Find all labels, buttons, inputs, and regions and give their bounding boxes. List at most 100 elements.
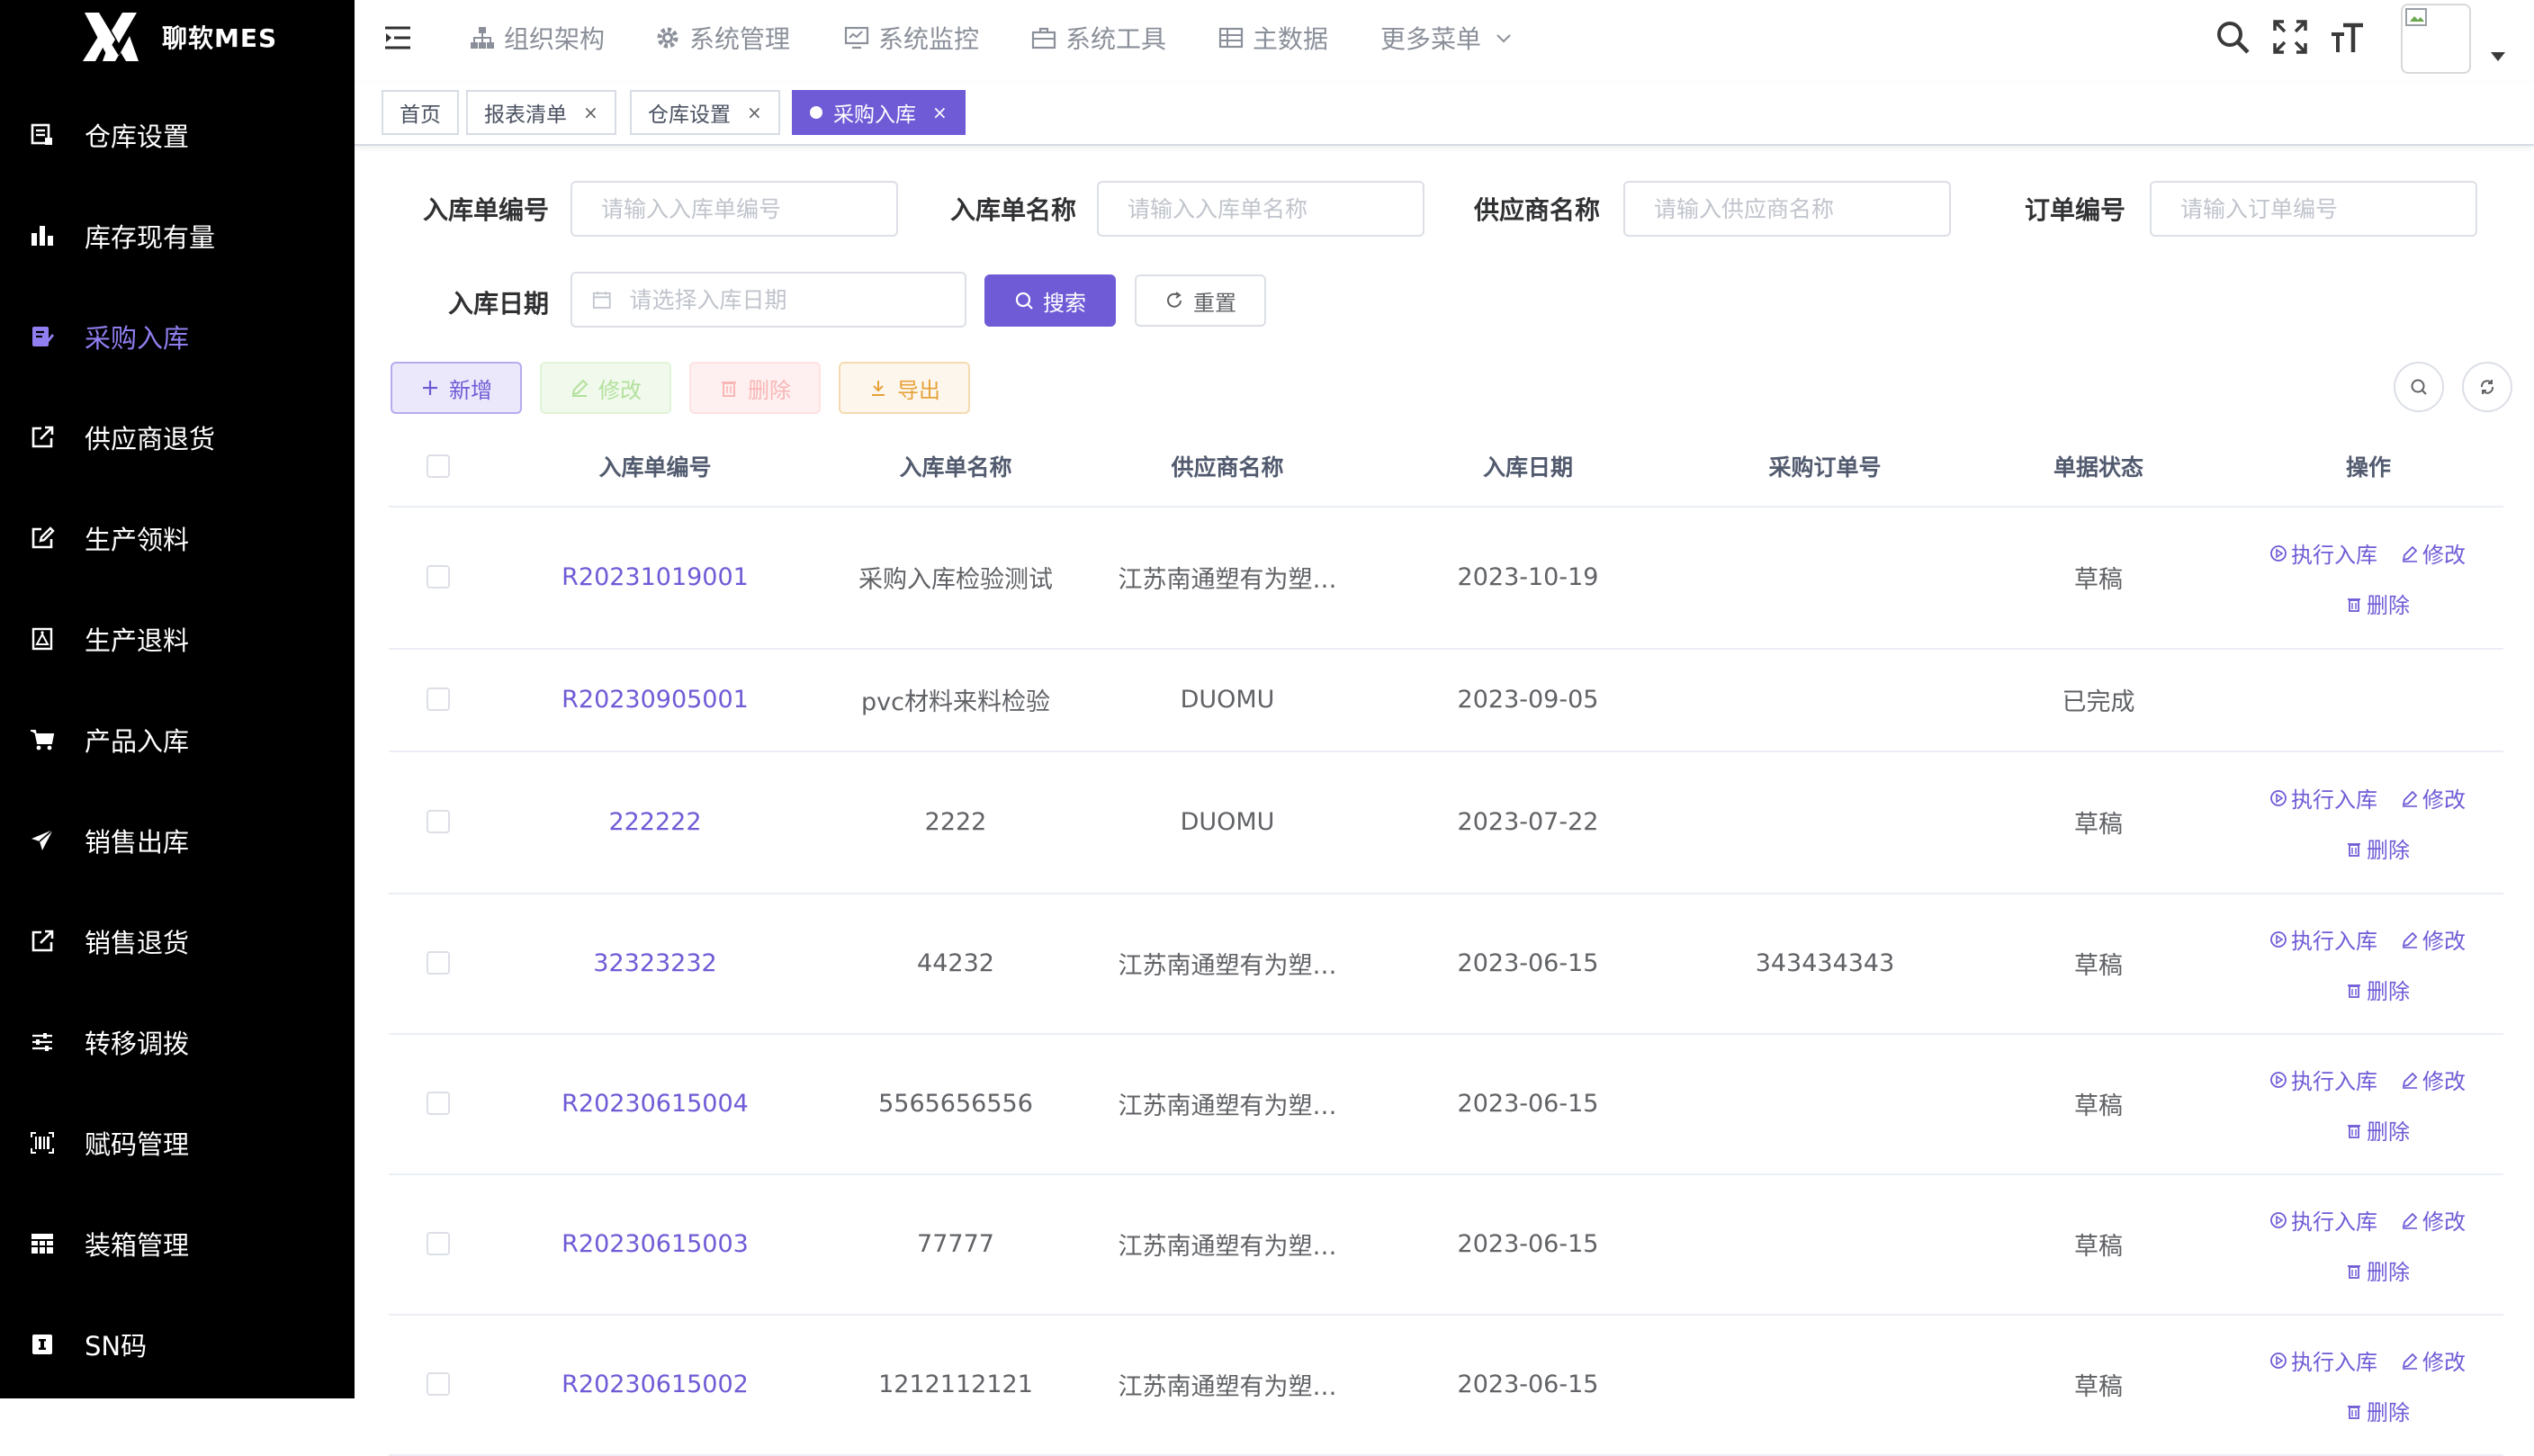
app-logo[interactable]: 聊软MES [79,9,277,65]
delete-link[interactable]: 删除 [2345,1395,2410,1426]
table-row[interactable]: R20230905001 pvc材料来料检验 DUOMU 2023-09-05 已完成 [389,648,2503,752]
row-checkbox[interactable] [427,1092,450,1115]
sidebar-item-production-return[interactable]: 生产退料 [0,589,355,689]
sidebar-item-product-inbound[interactable]: 产品入库 [0,689,355,790]
delete-link[interactable]: 删除 [2345,832,2410,864]
close-icon[interactable]: × [932,102,948,123]
tag-home[interactable]: 首页 [382,90,459,135]
column-header[interactable]: 操作 [2233,427,2503,506]
execute-inbound-link[interactable]: 执行入库 [2269,537,2377,569]
receipt-code-link[interactable]: R20230615003 [520,1173,790,1314]
execute-inbound-link[interactable]: 执行入库 [2269,923,2377,955]
receipt-code-link[interactable]: R20230615002 [520,1314,790,1454]
receipt-name-field[interactable] [1126,194,1423,223]
receipt-date-field[interactable] [627,285,965,314]
delete-link[interactable]: 删除 [2345,1114,2410,1146]
table-row[interactable]: R20230615004 5565656556 江苏南通塑有为塑… 2023-06-1… [389,1033,2503,1175]
delete-link[interactable]: 删除 [2345,1254,2410,1286]
sidebar-item-packing[interactable]: 装箱管理 [0,1193,355,1294]
column-header[interactable]: 入库单名称 [821,427,1091,506]
vendor-name-field[interactable] [1652,194,1949,223]
row-checkbox[interactable] [427,1232,450,1255]
search-icon[interactable] [2214,18,2251,56]
topnav-system-monitor[interactable]: 系统监控 [844,18,979,58]
receipt-code-input[interactable] [571,181,898,237]
topnav-more-menu[interactable]: 更多菜单 [1380,18,1514,58]
execute-inbound-link[interactable]: 执行入库 [2269,1064,2377,1095]
tag-report-list[interactable]: 报表清单 × [466,90,616,135]
search-button[interactable]: 搜索 [984,274,1116,327]
delete-link[interactable]: 删除 [2345,588,2410,619]
order-code-field[interactable] [2179,194,2476,223]
sidebar-item-production-issue[interactable]: 生产领料 [0,488,355,589]
sidebar-item-inventory-onhand[interactable]: 库存现有量 [0,185,355,286]
select-all-checkbox[interactable] [427,454,450,478]
sidebar-item-sales-outbound[interactable]: 销售出库 [0,790,355,891]
table-row[interactable]: R20231019001 采购入库检验测试 江苏南通塑有为塑… 2023-10-19 草… [389,506,2503,650]
topnav-system-tools[interactable]: 系统工具 [1031,18,1166,58]
delete-button[interactable]: 删除 [689,362,821,414]
edit-link[interactable]: 修改 [2401,1344,2466,1376]
refresh-table-button[interactable] [2462,362,2512,412]
topnav-org-structure[interactable]: 组织架构 [470,18,605,58]
close-icon[interactable]: × [583,102,598,123]
row-checkbox[interactable] [427,951,450,975]
fullscreen-icon[interactable] [2271,18,2309,56]
avatar[interactable] [2401,4,2471,74]
receipt-name-input[interactable] [1097,181,1424,237]
hamburger-icon[interactable] [383,22,416,54]
receipt-code-link[interactable]: R20230905001 [520,648,790,750]
execute-inbound-link[interactable]: 执行入库 [2269,1344,2377,1376]
column-header[interactable]: 单据状态 [1963,427,2233,506]
column-header[interactable]: 供应商名称 [1092,427,1362,506]
execute-inbound-link[interactable]: 执行入库 [2269,782,2377,813]
edit-link[interactable]: 修改 [2401,923,2466,955]
edit-link[interactable]: 修改 [2401,537,2466,569]
receipt-date-picker[interactable] [571,272,966,328]
edit-button[interactable]: 修改 [540,362,671,414]
order-code-input[interactable] [2150,181,2477,237]
row-checkbox[interactable] [427,565,450,589]
column-header[interactable]: 入库单编号 [520,427,790,506]
edit-link[interactable]: 修改 [2401,782,2466,813]
tag-warehouse-settings[interactable]: 仓库设置 × [630,90,780,135]
sidebar-item-code-assign[interactable]: 赋码管理 [0,1092,355,1193]
column-header[interactable]: 入库日期 [1393,427,1663,506]
add-button[interactable]: 新增 [391,362,522,414]
table-row[interactable]: R20230615002 1212112121 江苏南通塑有为塑… 2023-06-1… [389,1314,2503,1456]
sidebar-item-warehouse-settings[interactable]: 仓库设置 [0,85,355,185]
delete-link[interactable]: 删除 [2345,974,2410,1005]
receipt-code-link[interactable]: 32323232 [520,893,790,1033]
edit-link[interactable]: 修改 [2401,1204,2466,1236]
sidebar-item-vendor-return[interactable]: 供应商退货 [0,387,355,488]
execute-inbound-link[interactable]: 执行入库 [2269,1204,2377,1236]
topnav-master-data[interactable]: 主数据 [1218,18,1328,58]
tag-purchase-inbound[interactable]: 采购入库 × [792,90,966,135]
receipt-code-link[interactable]: 222222 [520,750,790,893]
table-row[interactable]: 32323232 44232 江苏南通塑有为塑… 2023-06-15 34343434… [389,893,2503,1035]
vendor-name-input[interactable] [1623,181,1951,237]
row-checkbox[interactable] [427,810,450,833]
table-row[interactable]: R20230615003 77777 江苏南通塑有为塑… 2023-06-15 草稿 执行… [389,1173,2503,1316]
receipt-code-field[interactable] [599,194,896,223]
sidebar-item-sales-return[interactable]: 销售退货 [0,891,355,992]
close-icon[interactable]: × [747,102,762,123]
receipt-code-link[interactable]: R20230615004 [520,1033,790,1173]
sidebar-item-purchase-inbound[interactable]: 采购入库 [0,286,355,387]
sidebar-item-sn-code[interactable]: SN码 [0,1294,355,1395]
sidebar-item-transfer[interactable]: 转移调拨 [0,992,355,1092]
receipt-date-cell: 2023-09-05 [1457,685,1599,714]
row-checkbox[interactable] [427,688,450,711]
toggle-search-button[interactable] [2394,362,2444,412]
reset-button[interactable]: 重置 [1135,274,1266,327]
topnav-system-management[interactable]: 系统管理 [655,18,790,58]
font-size-icon[interactable] [2329,18,2367,56]
tag-label: 首页 [400,103,441,127]
table-row[interactable]: 222222 2222 DUOMU 2023-07-22 草稿 执行入库 修改 删除 [389,750,2503,894]
row-checkbox[interactable] [427,1372,450,1396]
caret-down-icon[interactable] [2491,52,2505,61]
edit-link[interactable]: 修改 [2401,1064,2466,1095]
column-header[interactable]: 采购订单号 [1690,427,1960,506]
receipt-code-link[interactable]: R20231019001 [520,506,790,648]
export-button[interactable]: 导出 [839,362,970,414]
